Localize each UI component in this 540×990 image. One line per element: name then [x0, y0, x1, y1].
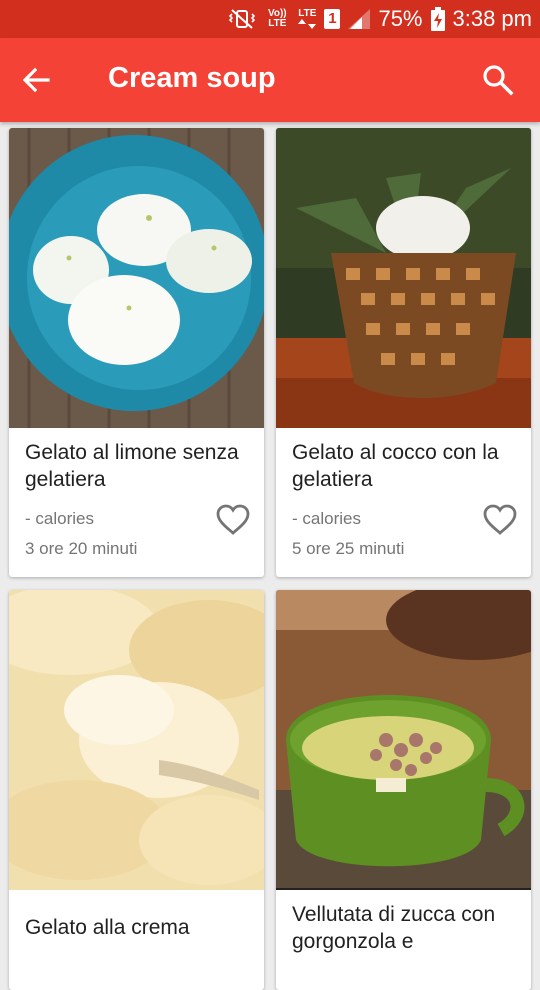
- search-icon: [483, 65, 514, 96]
- recipe-image: [9, 590, 264, 890]
- clock: 3:38 pm: [452, 6, 533, 31]
- recipe-card[interactable]: Gelato al limone senza gelatiera - calor…: [9, 128, 264, 577]
- battery-charging-icon: [430, 7, 445, 31]
- recipe-title: Gelato al cocco con la gelatiera: [292, 441, 499, 491]
- recipe-card[interactable]: Gelato alla crema: [9, 590, 264, 990]
- battery-percent: 75%: [378, 6, 423, 31]
- arrow-left-icon: [22, 67, 50, 93]
- status-bar: Vo)) LTE LTE 1 75% 3:38 pm: [0, 0, 540, 38]
- recipe-title: Gelato al limone senza gelatiera: [25, 441, 239, 491]
- signal-icon: [348, 9, 371, 29]
- heart-outline-icon: [483, 504, 517, 535]
- sim-slot-icon: 1: [324, 9, 341, 29]
- vibrate-mute-icon: [228, 8, 256, 30]
- recipe-card[interactable]: Vellutata di zucca con gorgonzola e: [276, 590, 531, 990]
- volte-icon: Vo)) LTE: [267, 8, 287, 29]
- search-button[interactable]: [482, 64, 514, 96]
- heart-outline-icon: [216, 504, 250, 535]
- favorite-button[interactable]: [216, 504, 250, 536]
- recipe-grid: Gelato al limone senza gelatiera - calor…: [0, 122, 540, 990]
- recipe-title: Vellutata di zucca con gorgonzola e: [292, 903, 496, 953]
- recipe-image: [9, 128, 264, 428]
- recipe-card[interactable]: Gelato al cocco con la gelatiera - calor…: [276, 128, 531, 577]
- favorite-button[interactable]: [483, 504, 517, 536]
- recipe-image: [276, 128, 531, 428]
- recipe-title: Gelato alla crema: [25, 916, 190, 939]
- page-title: Cream soup: [108, 62, 276, 94]
- recipe-calories: - calories: [25, 509, 94, 528]
- recipe-time: 3 ore 20 minuti: [25, 539, 138, 558]
- status-icons: Vo)) LTE LTE 1 75% 3:38 pm: [228, 0, 532, 38]
- recipe-calories: - calories: [292, 509, 361, 528]
- recipe-time: 5 ore 25 minuti: [292, 539, 405, 558]
- back-button[interactable]: [20, 64, 52, 96]
- lte-icon: LTE: [298, 9, 316, 29]
- recipe-image: [276, 590, 531, 890]
- app-bar: Cream soup: [0, 38, 540, 122]
